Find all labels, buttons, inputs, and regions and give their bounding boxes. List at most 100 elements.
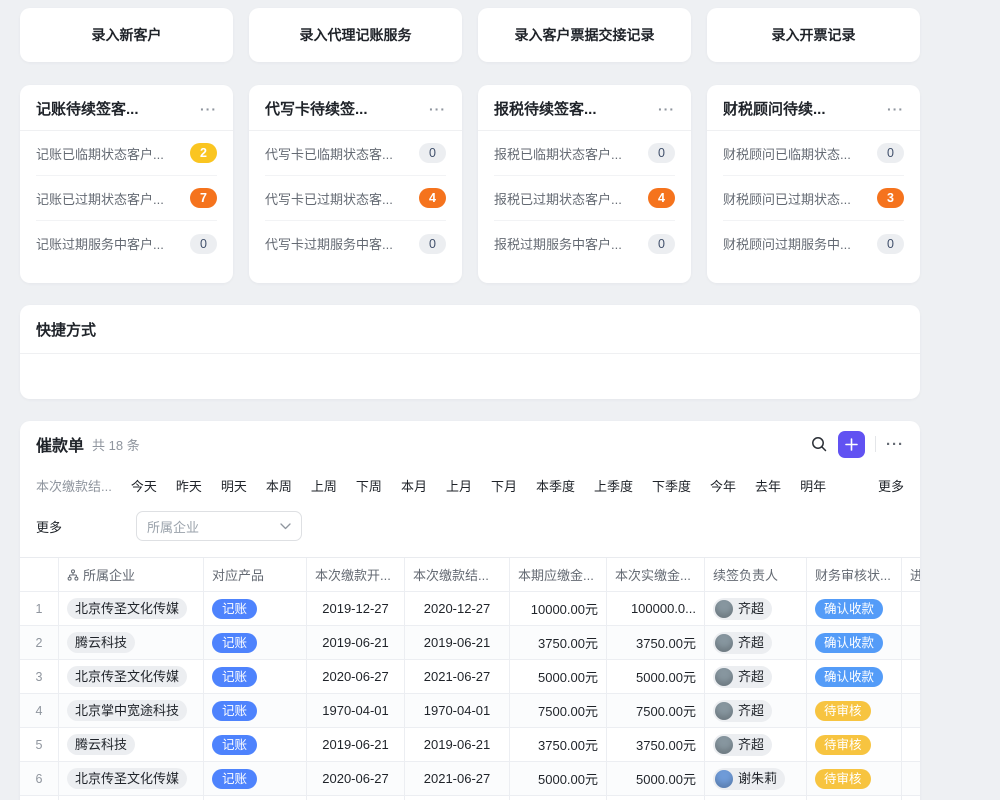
date-filter-chip[interactable]: 明天 [221,476,247,495]
progress-cell[interactable] [902,762,920,795]
column-header[interactable]: 本次缴款结... [405,558,510,591]
product-cell[interactable]: 记账 [204,728,307,761]
column-header[interactable]: 本次实缴金... [607,558,705,591]
start-date-cell[interactable]: 2020-06-27 [307,762,405,795]
column-header[interactable]: 续签负责人 [705,558,807,591]
column-header[interactable]: 本期应缴金... [510,558,607,591]
column-header[interactable]: 进 [902,558,920,591]
row-number-cell[interactable]: 3 [20,660,59,693]
search-icon[interactable] [810,435,828,453]
date-filter-chip[interactable]: 本季度 [536,476,575,495]
date-filter-chip[interactable]: 本月 [401,476,427,495]
amount-due-cell[interactable]: 3750.00元 [510,626,607,659]
card-list-item[interactable]: 记账已临期状态客户...2 [36,131,217,176]
person-cell[interactable]: 齐超 [705,592,807,625]
date-filter-chip[interactable]: 上周 [311,476,337,495]
status-cell[interactable]: 待审核 [807,728,902,761]
amount-paid-cell[interactable] [607,796,705,800]
amount-due-cell[interactable] [510,796,607,800]
table-row[interactable]: 7北京传圣文化传媒记账齐超确认收款 [20,796,920,800]
table-row[interactable]: 6北京传圣文化传媒记账2020-06-272021-06-275000.00元5… [20,762,920,796]
card-list-item[interactable]: 财税顾问已临期状态...0 [723,131,904,176]
row-number-cell[interactable]: 5 [20,728,59,761]
card-list-item[interactable]: 报税已过期状态客户...4 [494,176,675,221]
card-list-item[interactable]: 报税已临期状态客户...0 [494,131,675,176]
row-number-cell[interactable]: 7 [20,796,59,800]
card-list-item[interactable]: 报税过期服务中客户...0 [494,221,675,266]
end-date-cell[interactable]: 1970-04-01 [405,694,510,727]
start-date-cell[interactable]: 2020-06-27 [307,660,405,693]
amount-due-cell[interactable]: 7500.00元 [510,694,607,727]
end-date-cell[interactable] [405,796,510,800]
end-date-cell[interactable]: 2021-06-27 [405,660,510,693]
date-filter-chip[interactable]: 下季度 [652,476,691,495]
quick-action-button[interactable]: 录入开票记录 [707,8,920,62]
status-cell[interactable]: 确认收款 [807,796,902,800]
product-cell[interactable]: 记账 [204,592,307,625]
card-menu-icon[interactable]: ··· [200,102,217,116]
table-row[interactable]: 1北京传圣文化传媒记账2019-12-272020-12-2710000.00元… [20,592,920,626]
column-header[interactable] [20,558,59,591]
row-number-cell[interactable]: 6 [20,762,59,795]
row-number-cell[interactable]: 4 [20,694,59,727]
date-filter-chip[interactable]: 下月 [491,476,517,495]
table-row[interactable]: 3北京传圣文化传媒记账2020-06-272021-06-275000.00元5… [20,660,920,694]
card-menu-icon[interactable]: ··· [887,102,904,116]
start-date-cell[interactable] [307,796,405,800]
card-list-item[interactable]: 记账过期服务中客户...0 [36,221,217,266]
add-record-button[interactable] [838,431,865,458]
row-number-cell[interactable]: 2 [20,626,59,659]
person-cell[interactable]: 齐超 [705,626,807,659]
date-filter-chip[interactable]: 本周 [266,476,292,495]
company-cell[interactable]: 腾云科技 [59,626,204,659]
more-icon[interactable]: ··· [886,436,904,453]
company-cell[interactable]: 北京传圣文化传媒 [59,796,204,800]
date-filter-chip[interactable]: 昨天 [176,476,202,495]
status-cell[interactable]: 确认收款 [807,592,902,625]
progress-cell[interactable] [902,592,920,625]
end-date-cell[interactable]: 2021-06-27 [405,762,510,795]
progress-cell[interactable] [902,728,920,761]
person-cell[interactable]: 齐超 [705,694,807,727]
status-cell[interactable]: 确认收款 [807,626,902,659]
status-cell[interactable]: 待审核 [807,694,902,727]
column-header[interactable]: 本次缴款开... [307,558,405,591]
company-cell[interactable]: 北京传圣文化传媒 [59,660,204,693]
progress-cell[interactable] [902,694,920,727]
start-date-cell[interactable]: 1970-04-01 [307,694,405,727]
quick-action-button[interactable]: 录入代理记账服务 [249,8,462,62]
person-cell[interactable]: 齐超 [705,796,807,800]
table-row[interactable]: 5腾云科技记账2019-06-212019-06-213750.00元3750.… [20,728,920,762]
amount-paid-cell[interactable]: 3750.00元 [607,626,705,659]
start-date-cell[interactable]: 2019-06-21 [307,626,405,659]
product-cell[interactable]: 记账 [204,694,307,727]
column-header[interactable]: 所属企业 [59,558,204,591]
date-filter-chip[interactable]: 去年 [755,476,781,495]
date-filter-chip[interactable]: 今年 [710,476,736,495]
end-date-cell[interactable]: 2019-06-21 [405,626,510,659]
filter-more-link[interactable]: 更多 [878,476,904,495]
status-cell[interactable]: 确认收款 [807,660,902,693]
product-cell[interactable]: 记账 [204,626,307,659]
product-cell[interactable]: 记账 [204,660,307,693]
card-menu-icon[interactable]: ··· [658,102,675,116]
end-date-cell[interactable]: 2019-06-21 [405,728,510,761]
date-filter-chip[interactable]: 下周 [356,476,382,495]
table-row[interactable]: 2腾云科技记账2019-06-212019-06-213750.00元3750.… [20,626,920,660]
card-list-item[interactable]: 财税顾问过期服务中...0 [723,221,904,266]
company-cell[interactable]: 北京掌中宽途科技 [59,694,204,727]
amount-due-cell[interactable]: 3750.00元 [510,728,607,761]
amount-due-cell[interactable]: 5000.00元 [510,762,607,795]
start-date-cell[interactable]: 2019-12-27 [307,592,405,625]
amount-due-cell[interactable]: 10000.00元 [510,592,607,625]
column-header[interactable]: 对应产品 [204,558,307,591]
product-cell[interactable]: 记账 [204,762,307,795]
company-cell[interactable]: 北京传圣文化传媒 [59,592,204,625]
row-number-cell[interactable]: 1 [20,592,59,625]
amount-paid-cell[interactable]: 3750.00元 [607,728,705,761]
column-header[interactable]: 财务审核状... [807,558,902,591]
status-cell[interactable]: 待审核 [807,762,902,795]
card-menu-icon[interactable]: ··· [429,102,446,116]
card-list-item[interactable]: 记账已过期状态客户...7 [36,176,217,221]
amount-paid-cell[interactable]: 5000.00元 [607,762,705,795]
